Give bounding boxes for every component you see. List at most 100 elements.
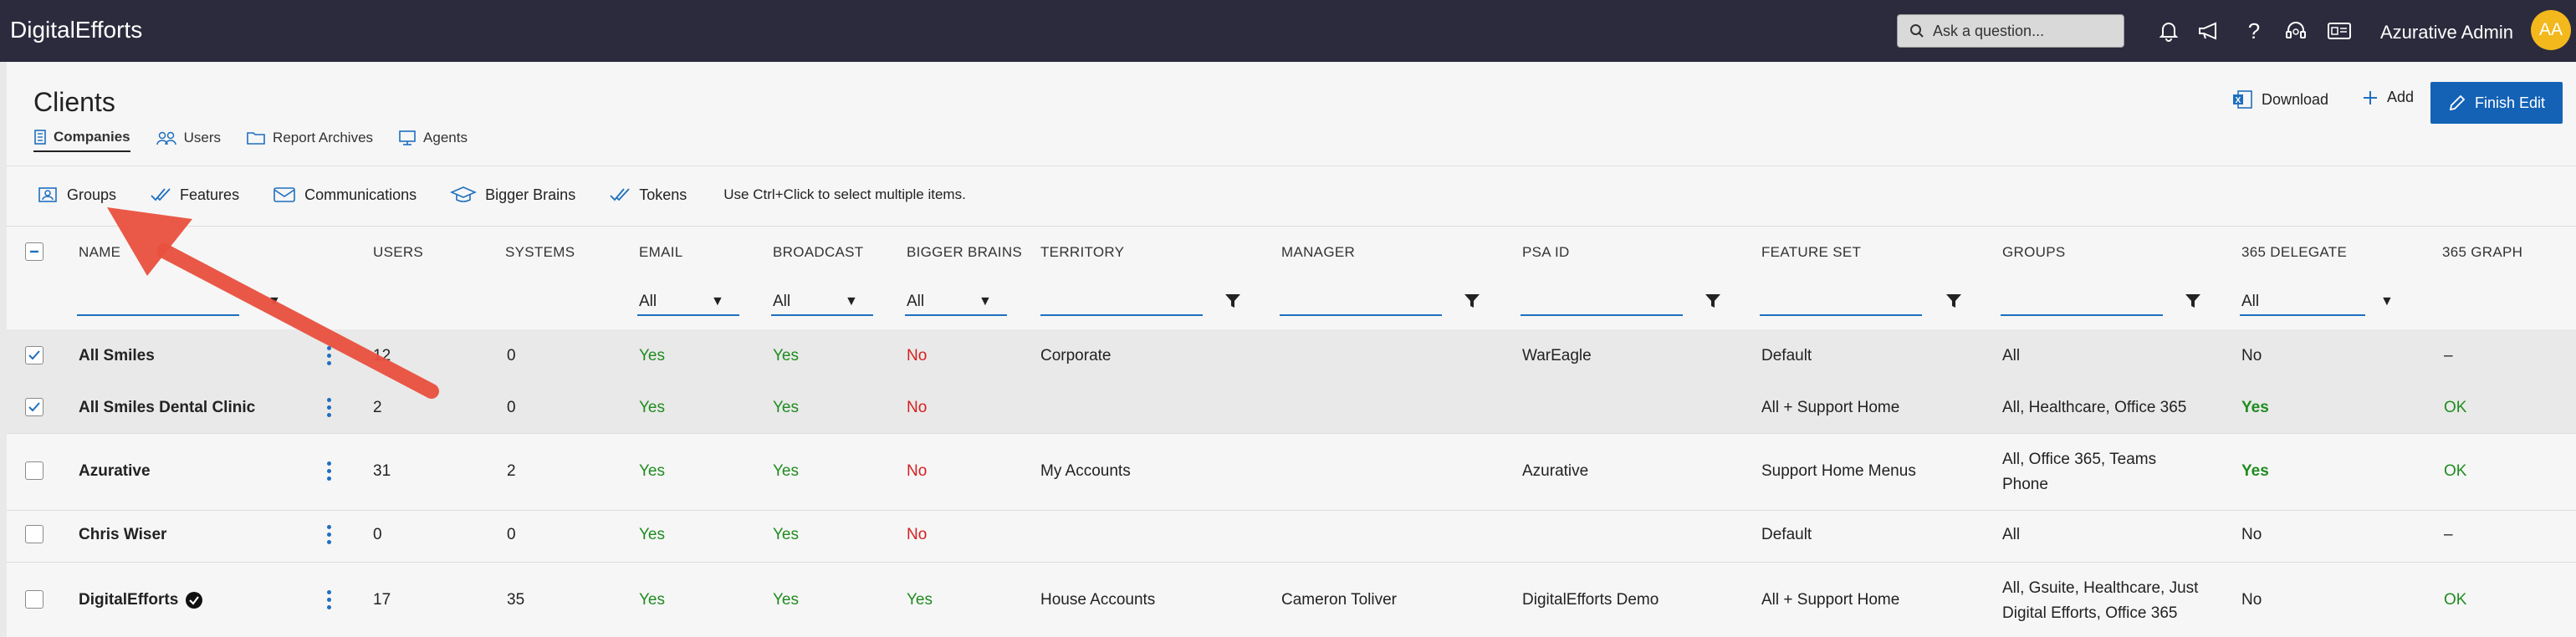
row-checkbox[interactable]	[25, 398, 43, 416]
column-header-groups[interactable]: GROUPS	[2002, 244, 2065, 261]
row-checkbox[interactable]	[25, 346, 43, 364]
tab-report-archives[interactable]: Report Archives	[246, 129, 373, 152]
territory-filter-input[interactable]	[1040, 291, 1203, 314]
column-header-manager[interactable]: MANAGER	[1281, 244, 1355, 261]
filter-funnel-icon[interactable]	[1464, 293, 1480, 313]
download-button[interactable]: X Download	[2231, 89, 2328, 110]
avatar[interactable]: AA	[2531, 10, 2571, 50]
row-menu-icon[interactable]	[326, 590, 331, 609]
cell-groups-line2: Digital Efforts, Office 365	[2002, 604, 2178, 622]
features-button[interactable]: Features	[150, 186, 239, 204]
cell-email: Yes	[639, 347, 665, 364]
tab-label: Users	[183, 130, 222, 145]
finish-edit-button[interactable]: Finish Edit	[2430, 82, 2563, 124]
cell-bigger-brains: No	[907, 399, 928, 416]
graduation-cap-icon	[450, 186, 478, 202]
row-menu-icon[interactable]	[326, 346, 331, 365]
column-header-365-delegate[interactable]: 365 DELEGATE	[2241, 244, 2347, 261]
tab-users[interactable]: Users	[156, 129, 221, 152]
app-logo[interactable]: DigitalEfforts	[10, 17, 142, 43]
tab-companies[interactable]: Companies	[33, 129, 130, 152]
help-icon[interactable]: ?	[2241, 18, 2267, 43]
cell-territory: Corporate	[1040, 347, 1112, 364]
double-check-icon	[610, 188, 630, 201]
cell-name[interactable]: All Smiles Dental Clinic	[79, 395, 255, 420]
column-header-psa-id[interactable]: PSA ID	[1522, 244, 1570, 261]
user-name[interactable]: Azurative Admin	[2380, 22, 2513, 43]
row-menu-icon[interactable]	[326, 461, 331, 481]
chevron-down-icon[interactable]: ▼	[268, 294, 281, 309]
cell-name[interactable]: Chris Wiser	[79, 522, 166, 548]
bigger-brains-filter-select[interactable]: All	[907, 293, 924, 311]
row-checkbox[interactable]	[25, 525, 43, 543]
bigger-brains-button[interactable]: Bigger Brains	[450, 186, 575, 204]
column-header-bigger-brains[interactable]: BIGGER BRAINS	[907, 244, 1022, 261]
cell-systems: 0	[507, 399, 516, 416]
chevron-down-icon[interactable]: ▼	[2380, 294, 2394, 309]
email-filter-select[interactable]: All	[639, 293, 657, 311]
id-card-icon[interactable]	[2327, 18, 2352, 43]
broadcast-filter-select[interactable]: All	[773, 293, 790, 311]
name-filter-input[interactable]	[77, 291, 239, 314]
ask-question-input[interactable]	[1933, 22, 2100, 40]
verified-badge-icon	[186, 592, 203, 609]
chevron-down-icon[interactable]: ▼	[711, 294, 724, 309]
add-button[interactable]: Add	[2362, 89, 2414, 106]
plus-icon	[2364, 90, 2377, 104]
groups-button[interactable]: Groups	[37, 186, 116, 204]
column-header-365-graph[interactable]: 365 GRAPH	[2442, 244, 2522, 261]
annotation-arrow	[107, 207, 439, 399]
subtab-bar: Companies Users Report Archives Agents	[33, 129, 468, 152]
tokens-button[interactable]: Tokens	[609, 186, 687, 204]
monitor-icon	[399, 130, 416, 145]
column-header-email[interactable]: EMAIL	[639, 244, 683, 261]
communications-button[interactable]: Communications	[273, 186, 417, 204]
cell-broadcast: Yes	[773, 399, 799, 416]
filter-funnel-icon[interactable]	[2185, 293, 2201, 313]
cell-feature-set: Default	[1761, 347, 1812, 364]
column-header-users[interactable]: USERS	[373, 244, 423, 261]
selected-rows-background	[7, 329, 2576, 433]
headset-icon[interactable]	[2283, 18, 2308, 43]
column-header-broadcast[interactable]: BROADCAST	[773, 244, 864, 261]
filter-underline	[1280, 314, 1442, 316]
filter-underline	[77, 314, 239, 316]
cell-name[interactable]: All Smiles	[79, 344, 155, 369]
cell-groups: All, Healthcare, Office 365	[2002, 399, 2187, 416]
features-label: Features	[180, 186, 240, 203]
chevron-down-icon[interactable]: ▼	[845, 294, 858, 309]
cell-email: Yes	[639, 526, 665, 543]
filter-funnel-icon[interactable]	[1945, 293, 1962, 313]
column-header-feature-set[interactable]: FEATURE SET	[1761, 244, 1861, 261]
cell-territory: House Accounts	[1040, 591, 1156, 609]
row-checkbox[interactable]	[25, 461, 43, 480]
cell-name[interactable]: Azurative	[79, 459, 151, 484]
bell-icon[interactable]	[2156, 18, 2181, 43]
divider	[7, 226, 2576, 227]
cell-email: Yes	[639, 462, 665, 480]
megaphone-icon[interactable]	[2196, 18, 2221, 43]
cell-name[interactable]: DigitalEfforts	[79, 588, 203, 613]
column-header-territory[interactable]: TERRITORY	[1040, 244, 1124, 261]
row-checkbox[interactable]	[25, 590, 43, 609]
cell-365-delegate: No	[2241, 347, 2262, 364]
delegate-filter-select[interactable]: All	[2241, 293, 2259, 311]
feature-set-filter-input[interactable]	[1760, 291, 1922, 314]
column-header-name[interactable]: NAME	[79, 244, 120, 261]
filter-funnel-icon[interactable]	[1224, 293, 1241, 313]
groups-filter-input[interactable]	[2001, 291, 2163, 314]
double-check-icon	[151, 188, 171, 201]
cell-365-graph: OK	[2444, 462, 2467, 480]
tab-agents[interactable]: Agents	[398, 129, 468, 152]
ask-question-search[interactable]	[1897, 14, 2124, 48]
manager-filter-input[interactable]	[1280, 291, 1442, 314]
chevron-down-icon[interactable]: ▼	[979, 294, 992, 309]
select-all-checkbox[interactable]	[25, 242, 43, 261]
cell-broadcast: Yes	[773, 462, 799, 480]
column-header-systems[interactable]: SYSTEMS	[505, 244, 575, 261]
filter-funnel-icon[interactable]	[1705, 293, 1721, 313]
row-menu-icon[interactable]	[326, 525, 331, 544]
finish-edit-label: Finish Edit	[2474, 94, 2546, 111]
row-menu-icon[interactable]	[326, 398, 331, 417]
psa-id-filter-input[interactable]	[1521, 291, 1683, 314]
